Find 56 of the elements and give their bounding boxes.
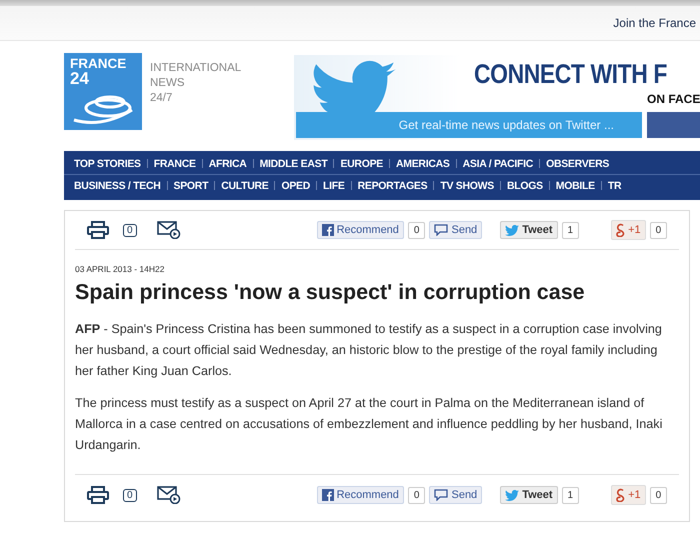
nav-link[interactable]: CULTURE	[221, 180, 268, 192]
nav-link[interactable]: LIFE	[323, 180, 345, 192]
nav-link[interactable]: MOBILE	[556, 180, 595, 192]
logo-text: 24	[70, 71, 90, 87]
tagline-text: 24/7	[150, 91, 174, 106]
bird-icon	[505, 224, 520, 236]
logo-text: FRANCE	[70, 57, 128, 71]
share-count: 0	[650, 222, 668, 238]
send-button[interactable]: Send	[429, 221, 482, 239]
nav-link[interactable]: TV SHOWS	[440, 180, 494, 192]
email-icon[interactable]	[156, 486, 181, 504]
nav-link[interactable]: TOP STORIES	[74, 158, 141, 170]
article-paragraph: AFP - Spain's Princess Cristina has been summoned to testify as a suspect in a corruption case involving her husband, a court official said Wednesday, an historic blow to the prestige of the royal family including her father King Juan Carlos.	[75, 321, 663, 380]
nav-link[interactable]: BLOGS	[506, 180, 543, 192]
nav-link[interactable]: OPED	[281, 180, 310, 192]
article-date: 03 APRIL 2013 - 14H22	[75, 264, 166, 274]
nav-link[interactable]: OBSERVERS	[546, 158, 610, 170]
share-count: 0	[408, 486, 426, 504]
nav-link[interactable]: REPORTAGES	[358, 180, 428, 192]
comment-count[interactable]: 0	[123, 224, 137, 236]
nav-link[interactable]: BUSINESS / TECH	[74, 180, 161, 192]
nav-link[interactable]: AMERICAS	[396, 158, 450, 170]
tagline-text: NEWS	[150, 76, 186, 91]
plus-one-button[interactable]: +1	[611, 220, 646, 240]
share-count: 0	[650, 486, 668, 504]
banner-subline: ON FACE	[647, 92, 700, 106]
facebook-icon	[322, 489, 334, 501]
plus-one-button[interactable]: +1	[611, 485, 646, 505]
speech-bubble-icon	[434, 224, 448, 236]
nav-link[interactable]: SPORT	[174, 180, 208, 192]
share-count: 0	[408, 222, 426, 238]
nav-link[interactable]: AFRICA	[208, 158, 247, 170]
nav-link[interactable]: FRANCE	[154, 158, 196, 170]
tweet-button[interactable]: Tweet	[500, 221, 558, 239]
recommend-button[interactable]: Recommend	[316, 486, 404, 504]
share-count: 1	[562, 222, 580, 238]
nav-link[interactable]: EUROPE	[340, 158, 383, 170]
facebook-icon	[322, 224, 334, 236]
tweet-button[interactable]: Tweet	[500, 486, 558, 504]
article-title: Spain princess 'now a suspect' in corruption case	[75, 280, 586, 305]
email-icon[interactable]	[156, 221, 181, 239]
print-icon[interactable]	[87, 486, 109, 504]
bird-icon	[505, 490, 520, 500]
join-link[interactable]: Join the France	[613, 16, 696, 30]
banner-headline: CONNECT WITH F	[474, 59, 667, 90]
comment-count[interactable]: 0	[123, 488, 137, 502]
speech-bubble-icon	[434, 489, 448, 501]
print-icon[interactable]	[87, 221, 109, 239]
share-count: 1	[562, 486, 580, 504]
tagline-text: INTERNATIONAL	[150, 61, 242, 76]
nav-link[interactable]: MIDDLE EAST	[260, 158, 328, 170]
article-paragraph: The princess must testify as a suspect on April 27 at the court in Palma on the Mediterranean island of Mallorca in a case centred on accusations of embezzlement and influence peddling by her husband, Inaki Urdangarin.	[75, 395, 664, 454]
send-button[interactable]: Send	[429, 486, 482, 504]
nav-link[interactable]: ASIA / PACIFIC	[462, 158, 534, 170]
recommend-button[interactable]: Recommend	[316, 221, 404, 239]
nav-link[interactable]: TR	[608, 180, 622, 192]
